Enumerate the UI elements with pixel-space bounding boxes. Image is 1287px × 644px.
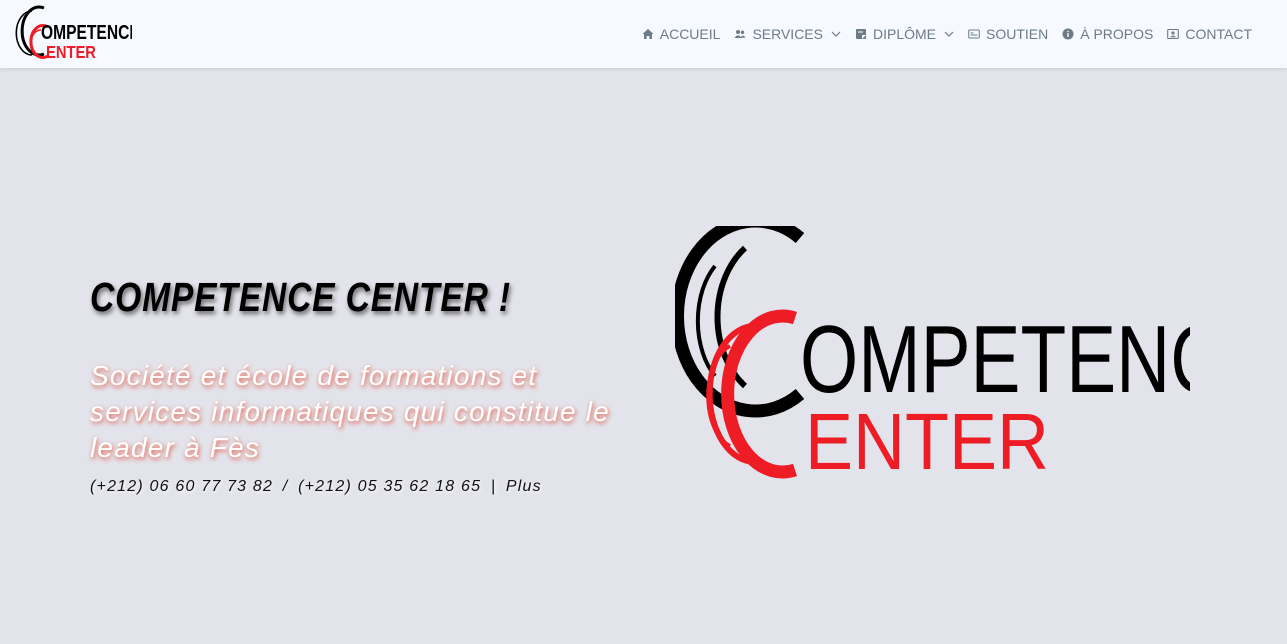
- nav-item-label: SERVICES: [752, 26, 823, 42]
- chevron-down-icon: [831, 29, 841, 39]
- nav-item-services[interactable]: SERVICES: [734, 26, 841, 42]
- top-navbar: OMPETENCE ENTER ACCUEIL SERVICES DIPLÔME: [0, 0, 1287, 68]
- phone-number-mobile[interactable]: (+212) 06 60 77 73 82: [90, 478, 273, 495]
- hero-tagline: Société et école de formations et servic…: [90, 360, 610, 463]
- id-card-icon: [968, 28, 980, 40]
- users-icon: [734, 28, 746, 40]
- brand-logo-link[interactable]: OMPETENCE ENTER: [12, 3, 132, 61]
- nav-item-contact[interactable]: CONTACT: [1167, 26, 1252, 42]
- brand-logo: OMPETENCE ENTER: [15, 5, 132, 61]
- hero-logo: OMPETENCE ENTER: [675, 226, 1190, 491]
- nav-item-label: DIPLÔME: [872, 26, 936, 42]
- hero-logo-word-bottom: ENTER: [805, 398, 1049, 487]
- hero-contact-line: (+212) 06 60 77 73 82 / (+212) 05 35 62 …: [90, 478, 542, 496]
- brand-logo-word-bottom: ENTER: [46, 43, 96, 61]
- home-icon: [642, 28, 654, 40]
- brand-logo-word-top: OMPETENCE: [41, 21, 132, 43]
- info-icon: [1062, 28, 1074, 40]
- nav-item-soutien[interactable]: SOUTIEN: [968, 26, 1048, 42]
- chevron-down-icon: [944, 29, 954, 39]
- nav-item-label: CONTACT: [1185, 26, 1252, 42]
- nav-item-label: ACCUEIL: [659, 26, 721, 42]
- more-link[interactable]: Plus: [506, 478, 542, 495]
- hero-section: COMPETENCE CENTER ! Société et école de …: [0, 68, 1287, 644]
- contact-card-icon: [1167, 28, 1180, 40]
- phone-number-landline[interactable]: (+212) 05 35 62 18 65: [298, 478, 481, 495]
- hero-title: COMPETENCE CENTER !: [90, 274, 511, 320]
- nav-item-label: SOUTIEN: [986, 26, 1049, 42]
- separator-slash: /: [282, 478, 289, 495]
- nav-item-accueil[interactable]: ACCUEIL: [642, 26, 721, 42]
- nav-item-diplome[interactable]: DIPLÔME: [855, 26, 954, 42]
- certificate-icon: [855, 28, 867, 40]
- main-nav: ACCUEIL SERVICES DIPLÔME SOUTIEN À PROPO…: [628, 0, 1252, 68]
- nav-item-label: À PROPOS: [1080, 26, 1154, 42]
- nav-item-a-propos[interactable]: À PROPOS: [1062, 26, 1153, 42]
- separator-pipe: |: [490, 478, 497, 495]
